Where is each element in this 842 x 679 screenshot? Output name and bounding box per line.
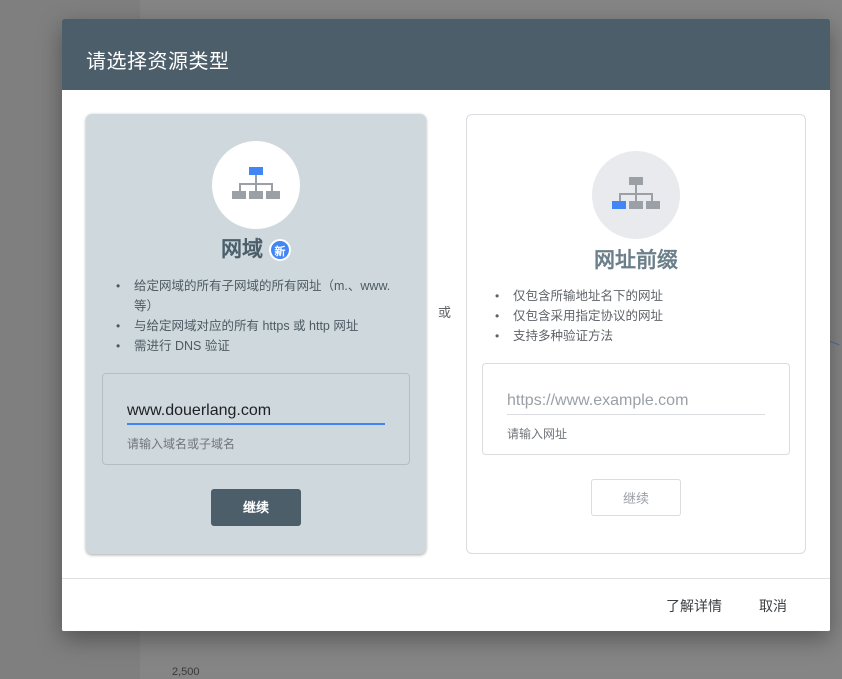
url-prefix-input[interactable] [507,388,765,415]
list-item: 需进行 DNS 验证 [116,336,406,356]
sitemap-icon [212,141,300,229]
url-prefix-helper-text: 请输入网址 [507,427,568,441]
list-item: 给定网域的所有子网域的所有网址（m.、www. 等） [116,276,406,316]
url-prefix-property-card[interactable]: 网址前缀 仅包含所输地址名下的网址 仅包含采用指定协议的网址 支持多种验证方法 … [466,114,806,554]
list-item: 仅包含采用指定协议的网址 [495,306,785,326]
domain-input-box: 请输入域名或子域名 [102,373,410,465]
domain-helper-text: 请输入域名或子域名 [127,437,236,451]
or-separator: 或 [438,305,452,320]
list-item: 与给定网域对应的所有 https 或 http 网址 [116,316,406,336]
url-prefix-input-box: 请输入网址 [482,363,790,455]
resource-type-dialog: 请选择资源类型 网域新 给定网域的 [62,19,830,631]
domain-feature-list: 给定网域的所有子网域的所有网址（m.、www. 等） 与给定网域对应的所有 ht… [116,276,406,356]
domain-property-card[interactable]: 网域新 给定网域的所有子网域的所有网址（m.、www. 等） 与给定网域对应的所… [86,114,426,554]
dialog-body: 网域新 给定网域的所有子网域的所有网址（m.、www. 等） 与给定网域对应的所… [62,90,830,578]
domain-title-text: 网域 [221,238,263,261]
cancel-button[interactable]: 取消 [759,596,787,616]
domain-card-title: 网域新 [86,233,426,263]
background-axis-tick: 2,500 [172,666,200,678]
domain-continue-button[interactable]: 继续 [211,489,301,526]
url-prefix-feature-list: 仅包含所输地址名下的网址 仅包含采用指定协议的网址 支持多种验证方法 [495,286,785,346]
new-badge: 新 [269,239,291,262]
sitemap-icon [592,151,680,239]
list-item: 仅包含所输地址名下的网址 [495,286,785,306]
dialog-footer: 了解详情 取消 [62,578,830,631]
url-prefix-card-title: 网址前缀 [594,249,678,272]
list-item: 支持多种验证方法 [495,326,785,346]
dialog-title: 请选择资源类型 [62,19,830,90]
domain-input[interactable] [127,398,385,425]
learn-more-button[interactable]: 了解详情 [666,596,722,616]
url-prefix-continue-button[interactable]: 继续 [591,479,681,516]
